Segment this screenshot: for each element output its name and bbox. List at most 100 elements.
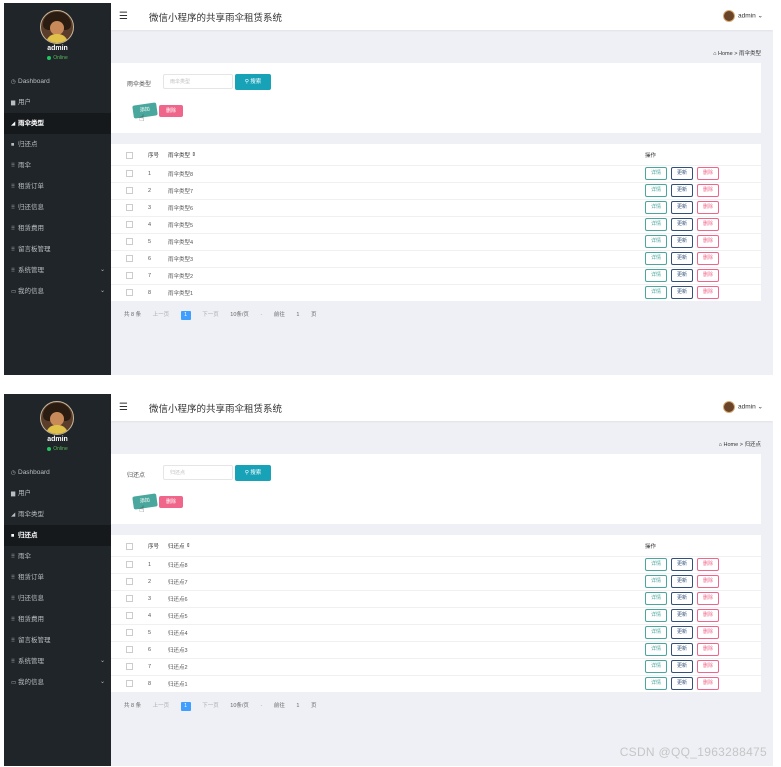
sidebar-item[interactable]: ▭ 我的信息 ⌄	[4, 672, 111, 693]
row-delete-button[interactable]: 删除	[697, 269, 720, 282]
edit-button[interactable]: 更新	[671, 660, 694, 673]
sidebar-item[interactable]: ⠿ 雨伞	[4, 155, 111, 176]
admin-dropdown[interactable]: admin ⌄	[723, 10, 763, 22]
edit-button[interactable]: 更新	[671, 643, 694, 656]
detail-button[interactable]: 详情	[645, 184, 668, 197]
sidebar-item[interactable]: ⠿ 归还信息	[4, 197, 111, 218]
row-checkbox[interactable]	[126, 187, 133, 194]
edit-button[interactable]: 更新	[671, 286, 694, 299]
select-all-checkbox[interactable]	[126, 151, 133, 159]
row-checkbox[interactable]	[126, 578, 133, 585]
sort-icon[interactable]: ⇕	[186, 543, 191, 549]
hamburger-menu-icon[interactable]: ☰	[119, 402, 128, 413]
row-checkbox[interactable]	[126, 170, 133, 177]
sidebar-item[interactable]: ⠿ 租赁订单	[4, 567, 111, 588]
edit-button[interactable]: 更新	[671, 592, 694, 605]
sidebar-item[interactable]: ⠿ 留言板管理	[4, 630, 111, 651]
detail-button[interactable]: 详情	[645, 252, 668, 265]
sidebar-item[interactable]: ◢ 雨伞类型	[4, 504, 111, 525]
sidebar-item[interactable]: ⠿ 租赁费用	[4, 218, 111, 239]
row-checkbox[interactable]	[126, 204, 133, 211]
edit-button[interactable]: 更新	[671, 235, 694, 248]
header-name[interactable]: 归还点 ⇕	[168, 536, 191, 556]
sidebar-item[interactable]: ■ 归还点	[4, 525, 111, 546]
detail-button[interactable]: 详情	[645, 677, 668, 690]
row-checkbox[interactable]	[126, 255, 133, 262]
delete-button[interactable]: 删除	[159, 496, 183, 508]
row-checkbox[interactable]	[126, 272, 133, 279]
edit-button[interactable]: 更新	[671, 677, 694, 690]
row-delete-button[interactable]: 删除	[697, 286, 720, 299]
user-avatar[interactable]	[40, 401, 74, 435]
current-page-button[interactable]: 1	[180, 702, 191, 711]
row-delete-button[interactable]: 删除	[697, 575, 720, 588]
row-checkbox[interactable]	[126, 629, 133, 636]
row-delete-button[interactable]: 删除	[697, 235, 720, 248]
row-checkbox[interactable]	[126, 561, 133, 568]
add-button[interactable]: 添加	[132, 493, 158, 510]
page-size-select[interactable]: 10条/页	[230, 703, 249, 709]
goto-page-input[interactable]: 1	[296, 703, 299, 709]
search-button[interactable]: ⚲ 搜索	[235, 465, 271, 481]
edit-button[interactable]: 更新	[671, 218, 694, 231]
hamburger-menu-icon[interactable]: ☰	[119, 11, 128, 22]
row-delete-button[interactable]: 删除	[697, 184, 720, 197]
header-name[interactable]: 雨伞类型 ⇕	[168, 145, 196, 165]
sidebar-item[interactable]: ▆ 用户	[4, 483, 111, 504]
sidebar-item[interactable]: ■ 归还点	[4, 134, 111, 155]
row-delete-button[interactable]: 删除	[697, 167, 720, 180]
row-checkbox[interactable]	[126, 289, 133, 296]
detail-button[interactable]: 详情	[645, 235, 668, 248]
detail-button[interactable]: 详情	[645, 592, 668, 605]
edit-button[interactable]: 更新	[671, 167, 694, 180]
sidebar-item[interactable]: ⠿ 系统管理 ⌄	[4, 651, 111, 672]
prev-page-button[interactable]: 上一页	[153, 312, 170, 318]
edit-button[interactable]: 更新	[671, 575, 694, 588]
row-delete-button[interactable]: 删除	[697, 218, 720, 231]
row-checkbox[interactable]	[126, 238, 133, 245]
sidebar-item[interactable]: ▭ 我的信息 ⌄	[4, 281, 111, 302]
detail-button[interactable]: 详情	[645, 286, 668, 299]
sidebar-item[interactable]: ⠿ 系统管理 ⌄	[4, 260, 111, 281]
sidebar-item[interactable]: ⠿ 留言板管理	[4, 239, 111, 260]
row-delete-button[interactable]: 删除	[697, 609, 720, 622]
edit-button[interactable]: 更新	[671, 201, 694, 214]
row-delete-button[interactable]: 删除	[697, 643, 720, 656]
sidebar-item[interactable]: ⠿ 雨伞	[4, 546, 111, 567]
sort-icon[interactable]: ⇕	[192, 152, 197, 158]
sidebar-item[interactable]: ⠿ 归还信息	[4, 588, 111, 609]
search-button[interactable]: ⚲ 搜索	[235, 74, 271, 90]
sidebar-item[interactable]: ⠿ 租赁订单	[4, 176, 111, 197]
row-delete-button[interactable]: 删除	[697, 677, 720, 690]
row-delete-button[interactable]: 删除	[697, 660, 720, 673]
detail-button[interactable]: 详情	[645, 558, 668, 571]
row-checkbox[interactable]	[126, 221, 133, 228]
row-delete-button[interactable]: 删除	[697, 252, 720, 265]
detail-button[interactable]: 详情	[645, 269, 668, 282]
goto-page-input[interactable]: 1	[296, 312, 299, 318]
row-checkbox[interactable]	[126, 595, 133, 602]
current-page-button[interactable]: 1	[180, 311, 191, 320]
row-delete-button[interactable]: 删除	[697, 626, 720, 639]
row-delete-button[interactable]: 删除	[697, 592, 720, 605]
add-button[interactable]: 添加	[132, 102, 158, 119]
next-page-button[interactable]: 下一页	[202, 703, 219, 709]
search-input[interactable]	[163, 74, 233, 89]
detail-button[interactable]: 详情	[645, 218, 668, 231]
delete-button[interactable]: 删除	[159, 105, 183, 117]
edit-button[interactable]: 更新	[671, 609, 694, 622]
edit-button[interactable]: 更新	[671, 626, 694, 639]
row-checkbox[interactable]	[126, 680, 133, 687]
detail-button[interactable]: 详情	[645, 609, 668, 622]
detail-button[interactable]: 详情	[645, 643, 668, 656]
page-size-select[interactable]: 10条/页	[230, 312, 249, 318]
detail-button[interactable]: 详情	[645, 201, 668, 214]
detail-button[interactable]: 详情	[645, 575, 668, 588]
sidebar-item[interactable]: ◷ Dashboard	[4, 462, 111, 483]
row-checkbox[interactable]	[126, 663, 133, 670]
admin-dropdown[interactable]: admin ⌄	[723, 401, 763, 413]
edit-button[interactable]: 更新	[671, 269, 694, 282]
next-page-button[interactable]: 下一页	[202, 312, 219, 318]
row-delete-button[interactable]: 删除	[697, 558, 720, 571]
edit-button[interactable]: 更新	[671, 184, 694, 197]
